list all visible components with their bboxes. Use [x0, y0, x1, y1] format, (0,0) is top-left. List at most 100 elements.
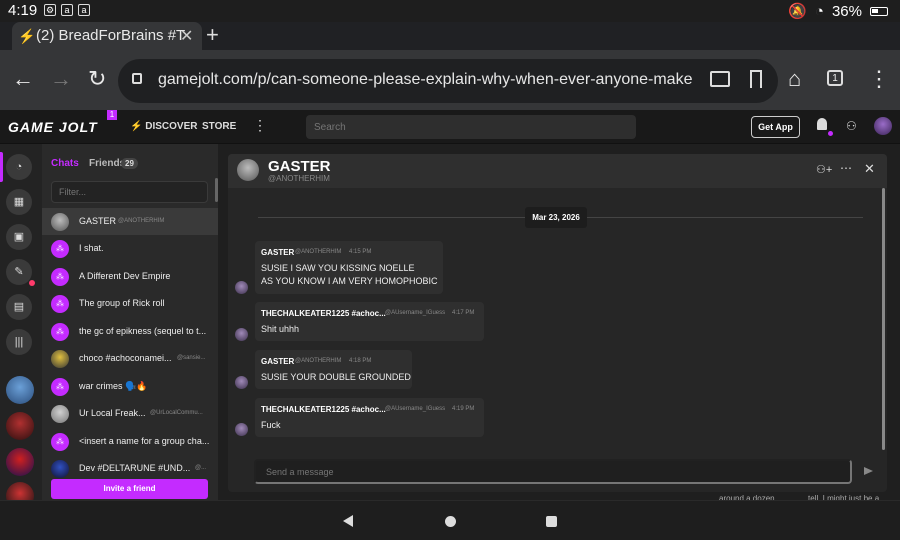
community-avatar[interactable]: [6, 448, 34, 476]
user-avatar[interactable]: [874, 117, 892, 135]
close-icon[interactable]: ✕: [864, 161, 875, 177]
new-tab-icon[interactable]: +: [206, 22, 219, 48]
nav-recents-icon[interactable]: [546, 516, 557, 527]
message-handle: @ANOTHERHIM: [295, 249, 342, 255]
tab-title: (2) BreadForBrains #T: [36, 27, 186, 44]
reload-icon[interactable]: ↻: [88, 66, 106, 92]
chat-list-item[interactable]: ⁂ I shat.: [42, 235, 218, 262]
group-chat-icon: ⁂: [51, 240, 69, 258]
chat-name: The group of Rick roll: [79, 298, 165, 308]
nav-more-icon[interactable]: ⋮: [253, 117, 267, 134]
filter-input[interactable]: [51, 181, 208, 203]
chat-list-panel: Chats Friends 29 GASTER @ANOTHERHIM ⁂ I …: [42, 144, 218, 500]
message-text: SUSIE YOUR DOUBLE GROUNDED: [261, 372, 411, 382]
chat-name: Dev #DELTARUNE #UND...: [79, 463, 191, 473]
message-author[interactable]: THECHALKEATER1225 #achoc...: [261, 309, 386, 318]
dnd-off-icon: 🔕: [788, 3, 807, 20]
send-icon[interactable]: [864, 467, 873, 475]
chat-name: war crimes 🗣️🔥: [79, 381, 148, 391]
chat-name: <insert a name for a group cha...: [79, 436, 210, 446]
gamejolt-topbar: GAME JOLT 1 ⚡ DISCOVER STORE ⋮ Get App ⚇: [0, 110, 900, 144]
group-chat-icon: ⁂: [51, 378, 69, 396]
chat-list-item[interactable]: Ur Local Freak... @UrLocalCommu...: [42, 400, 218, 427]
backpack-icon[interactable]: ▣: [6, 224, 32, 250]
battery-percent: 36%: [831, 2, 862, 20]
bell-icon[interactable]: [817, 118, 827, 130]
community-avatar[interactable]: [6, 376, 34, 404]
add-member-icon[interactable]: ⚇+: [816, 163, 832, 176]
chat-list-item[interactable]: ⁂ <insert a name for a group cha...: [42, 428, 218, 455]
chat-handle: @ANOTHERHIM: [118, 218, 165, 224]
tab-switcher-button[interactable]: 1: [827, 70, 843, 86]
chat-name: GASTER: [79, 216, 117, 226]
amazon-icon: a: [61, 4, 73, 16]
chat-avatar: [51, 350, 69, 368]
wifi-icon: ◔: [814, 2, 824, 20]
message-handle: @ANOTHERHIM: [295, 358, 342, 364]
chat-icon[interactable]: ◔: [6, 154, 32, 180]
forward-icon[interactable]: →: [50, 66, 72, 92]
tab-strip: ⚡ (2) BreadForBrains #T: [0, 22, 900, 50]
message-avatar[interactable]: [235, 328, 248, 341]
cast-icon[interactable]: [710, 71, 730, 87]
more-options-icon[interactable]: ⋯: [840, 161, 852, 175]
creator-icon[interactable]: ✎: [6, 259, 32, 285]
message-author[interactable]: GASTER: [261, 357, 294, 366]
group-chat-icon: ⁂: [51, 323, 69, 341]
chat-scrollbar[interactable]: [882, 188, 885, 450]
chat-name: I shat.: [79, 243, 104, 253]
chat-handle: @UrLocalCommu...: [150, 410, 203, 416]
nav-store[interactable]: STORE: [202, 121, 236, 132]
home-icon[interactable]: ⌂: [788, 66, 801, 92]
message-input[interactable]: [254, 459, 852, 484]
get-app-button[interactable]: Get App: [751, 116, 800, 138]
logo-badge: 1: [107, 110, 117, 120]
browser-menu-icon[interactable]: ⋮: [868, 66, 890, 92]
message-author[interactable]: GASTER: [261, 248, 294, 257]
chat-list-item[interactable]: choco #achoconamei... @sansie...: [42, 345, 218, 372]
url-text[interactable]: gamejolt.com/p/can-someone-please-explai…: [158, 71, 693, 89]
chat-header-avatar[interactable]: [237, 159, 259, 181]
group-chat-icon: ⁂: [51, 433, 69, 451]
quests-icon[interactable]: ▤: [6, 294, 32, 320]
browser-tab[interactable]: ⚡ (2) BreadForBrains #T: [12, 22, 202, 50]
close-tab-icon[interactable]: ✕: [180, 26, 193, 46]
message-text: Shit uhhh: [261, 324, 300, 334]
chat-list-item[interactable]: ⁂ The group of Rick roll: [42, 290, 218, 317]
message-author[interactable]: THECHALKEATER1225 #achoc...: [261, 405, 386, 414]
community-avatar[interactable]: [6, 412, 34, 440]
notification-dot: [828, 131, 833, 136]
gamejolt-logo[interactable]: GAME JOLT: [8, 119, 98, 135]
store-icon[interactable]: ▦: [6, 189, 32, 215]
chat-window: GASTER @ANOTHERHIM ⚇+ ⋯ ✕ Mar 23, 2026 G…: [228, 154, 887, 492]
message-time: 4:18 PM: [349, 358, 372, 364]
message-time: 4:17 PM: [452, 310, 475, 316]
rail-active-indicator: [0, 152, 3, 182]
chat-list-item[interactable]: ⁂ A Different Dev Empire: [42, 263, 218, 290]
amazon-icon: a: [78, 4, 90, 16]
nav-back-icon[interactable]: [343, 515, 353, 527]
tab-chats[interactable]: Chats: [51, 158, 79, 169]
nav-home-icon[interactable]: [445, 516, 456, 527]
bookmark-icon[interactable]: [750, 70, 762, 88]
message-avatar[interactable]: [235, 376, 248, 389]
chat-handle: @sansie...: [177, 355, 206, 361]
message-avatar[interactable]: [235, 423, 248, 436]
chat-list-item[interactable]: ⁂ the gc of epikness (sequel to t...: [42, 318, 218, 345]
chat-list-item[interactable]: ⁂ war crimes 🗣️🔥: [42, 373, 218, 400]
message-avatar[interactable]: [235, 281, 248, 294]
chat-title[interactable]: GASTER: [268, 158, 331, 175]
chat-name: A Different Dev Empire: [79, 271, 171, 281]
chat-list-item[interactable]: Dev #DELTARUNE #UND... @...: [42, 455, 218, 482]
friend-requests-icon[interactable]: ⚇: [846, 119, 857, 133]
address-bar[interactable]: gamejolt.com/p/can-someone-please-explai…: [118, 59, 778, 103]
search-input[interactable]: [306, 115, 636, 139]
tab-friends[interactable]: Friends: [89, 158, 125, 169]
back-icon[interactable]: ←: [12, 66, 34, 92]
group-chat-icon: ⁂: [51, 268, 69, 286]
message-bubble: THECHALKEATER1225 #achoc... @AUsername_I…: [255, 398, 484, 437]
library-icon[interactable]: |||: [6, 329, 32, 355]
nav-discover[interactable]: ⚡ DISCOVER: [130, 121, 197, 132]
invite-friend-button[interactable]: Invite a friend: [51, 479, 208, 499]
chat-list-item[interactable]: GASTER @ANOTHERHIM: [42, 208, 218, 235]
